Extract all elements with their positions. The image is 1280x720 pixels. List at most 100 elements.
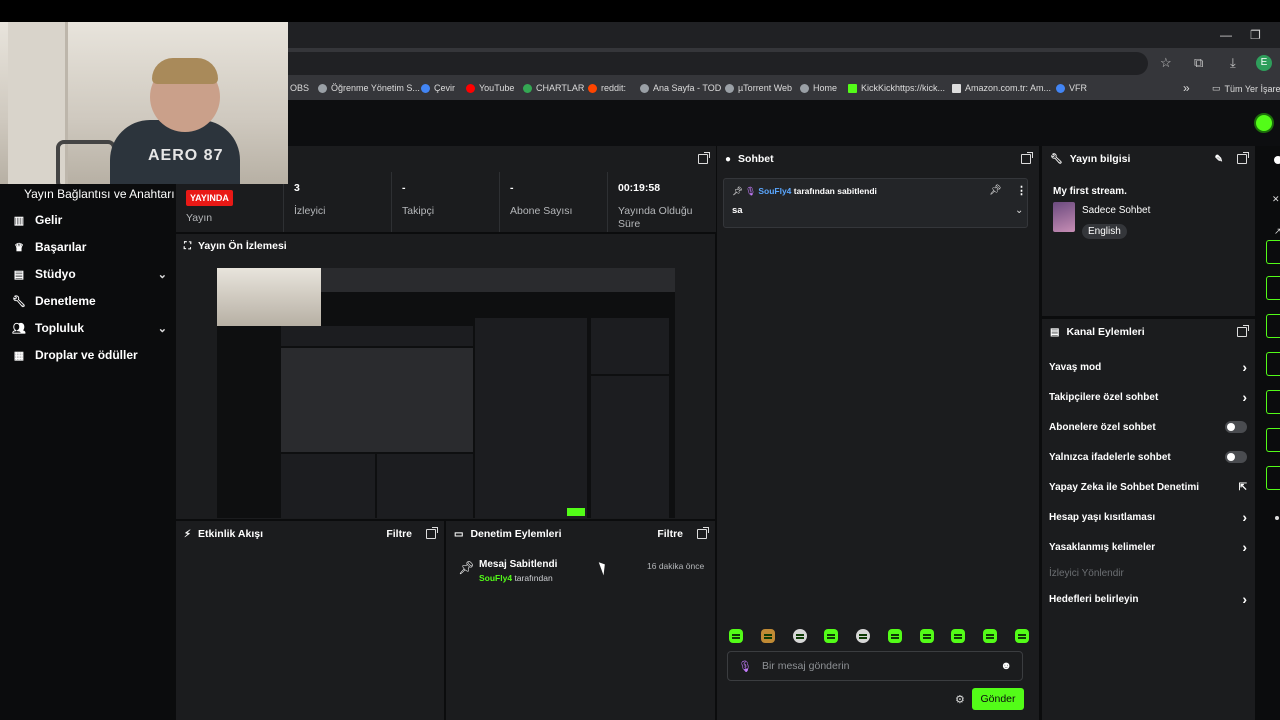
bookmark-item[interactable]: Ana Sayfa - TOD <box>640 83 721 93</box>
chevron-down-icon[interactable]: ⌄ <box>158 322 167 335</box>
maximize-icon[interactable]: ❐ <box>1250 28 1261 42</box>
rail-button[interactable] <box>1266 314 1280 338</box>
kick-logo[interactable] <box>1254 113 1274 133</box>
popout-icon[interactable] <box>698 152 710 164</box>
bookmark-item[interactable]: YouTube <box>466 83 514 93</box>
settings-gear-icon[interactable]: ⚙︎ <box>955 693 965 706</box>
sidebar-item-basarilar[interactable]: ♛ Başarılar <box>12 236 167 258</box>
rail-more-icon[interactable] <box>1275 516 1279 520</box>
rail-dot-icon[interactable] <box>1274 156 1280 164</box>
chevron-right-icon[interactable]: › <box>1242 359 1247 375</box>
bookmark-item[interactable]: CHARTLAR <box>523 83 584 93</box>
rail-button[interactable] <box>1266 390 1280 414</box>
extensions-icon[interactable]: ⧉ <box>1194 55 1203 71</box>
action-emotes-only[interactable]: Yalnızca ifadelerle sohbet <box>1049 447 1247 467</box>
emote-icon[interactable] <box>1014 629 1029 643</box>
emote-icon[interactable] <box>792 629 807 643</box>
pinned-message[interactable]: 📌︎ 🎙︎ SouFly4 tarafından sabitlendi 📌︎ ⋮… <box>723 178 1028 228</box>
address-bar[interactable] <box>288 52 1148 75</box>
popout-icon[interactable] <box>1237 325 1249 337</box>
sidebar-item-gelir[interactable]: ▥ Gelir <box>12 209 167 231</box>
popout-icon[interactable] <box>1021 152 1033 164</box>
bookmark-item[interactable]: µTorrent Web <box>725 83 792 93</box>
category-thumbnail[interactable] <box>1053 202 1075 232</box>
sidebar-item-droplar[interactable]: ▦ Droplar ve ödüller <box>12 344 167 366</box>
rail-button[interactable] <box>1266 352 1280 376</box>
bookmark-item[interactable]: Öğrenme Yönetim S... <box>318 83 420 93</box>
star-icon[interactable]: ☆ <box>1160 55 1172 71</box>
bookmark-item[interactable]: reddit: <box>588 83 626 93</box>
sidebar-item-studyo[interactable]: ▤ Stüdyo ⌄ <box>12 263 167 285</box>
all-bookmarks-button[interactable]: ▭ Tüm Yer İşaret <box>1212 83 1280 94</box>
action-subscribers-only[interactable]: Abonelere özel sohbet <box>1049 417 1247 437</box>
rail-button[interactable] <box>1266 428 1280 452</box>
chevron-right-icon[interactable]: › <box>1242 389 1247 405</box>
action-set-goals[interactable]: Hedefleri belirleyin › <box>1049 589 1247 609</box>
mic-icon: 🎙︎ <box>745 186 756 196</box>
bookmark-item[interactable]: OBS <box>290 83 309 93</box>
chevron-down-icon[interactable]: ⌄ <box>158 268 167 281</box>
minimize-icon[interactable]: — <box>1220 28 1232 42</box>
sidebar-item-topluluk[interactable]: 👥︎ Topluluk ⌄ <box>12 317 167 339</box>
rail-close-icon[interactable]: ✕ <box>1272 194 1280 205</box>
action-banned-words[interactable]: Yasaklanmış kelimeler › <box>1049 537 1247 557</box>
chevron-down-icon[interactable]: ⌄ <box>1015 205 1023 216</box>
language-tag[interactable]: English <box>1082 224 1127 239</box>
profile-avatar[interactable]: E <box>1256 55 1272 71</box>
category-name[interactable]: Sadece Sohbet <box>1082 205 1150 216</box>
emote-icon[interactable] <box>887 629 902 643</box>
bookmark-item[interactable]: Home <box>800 83 837 93</box>
entry-user[interactable]: SouFly4 <box>479 573 512 583</box>
emote-icon[interactable] <box>760 629 775 643</box>
pin-icon: 📌︎ <box>458 560 475 575</box>
action-account-age[interactable]: Hesap yaşı kısıtlaması › <box>1049 507 1247 527</box>
edit-pencil-icon[interactable]: ✎ <box>1215 154 1223 165</box>
send-button[interactable]: Gönder <box>972 688 1024 710</box>
external-link-icon[interactable]: ⇱ <box>1239 482 1247 493</box>
stat-subscribers: - Abone Sayısı <box>499 172 607 232</box>
emote-icon[interactable] <box>983 629 998 643</box>
filter-button[interactable]: Filtre <box>657 528 683 540</box>
panel-title: Kanal Eylemleri <box>1066 326 1145 338</box>
rail-button[interactable] <box>1266 276 1280 300</box>
action-slow-mode[interactable]: Yavaş mod › <box>1049 357 1247 377</box>
bookmarks-overflow-button[interactable]: » <box>1183 81 1190 95</box>
rail-button[interactable] <box>1266 466 1280 490</box>
chevron-right-icon[interactable]: › <box>1242 509 1247 525</box>
action-followers-only[interactable]: Takipçilere özel sohbet › <box>1049 387 1247 407</box>
unpin-icon[interactable]: 📌︎ <box>989 185 1002 196</box>
popout-icon[interactable] <box>426 527 438 539</box>
more-options-icon[interactable]: ⋮ <box>1016 184 1027 197</box>
rail-arrow-icon[interactable]: ↗ <box>1274 226 1280 237</box>
emote-icon[interactable] <box>824 629 839 643</box>
bookmark-item[interactable]: VFR <box>1056 83 1087 93</box>
filter-button[interactable]: Filtre <box>386 528 412 540</box>
pinned-user[interactable]: SouFly4 <box>758 186 791 196</box>
rail-button[interactable] <box>1266 240 1280 264</box>
sidebar-item-denetleme[interactable]: 🔧︎ Denetleme <box>12 290 167 312</box>
preview-chat <box>475 318 587 518</box>
stream-preview-video[interactable] <box>217 268 675 518</box>
section-label: İzleyici Yönlendir <box>1049 567 1124 579</box>
mic-icon[interactable]: 🎙︎ <box>738 660 752 673</box>
emoji-icon[interactable]: ☻ <box>1000 660 1012 672</box>
chevron-right-icon[interactable]: › <box>1242 591 1247 607</box>
subscribers-only-toggle[interactable] <box>1225 421 1247 433</box>
globe-icon <box>640 83 649 93</box>
bookmark-item[interactable]: Amazon.com.tr: Am... <box>952 83 1051 93</box>
chevron-right-icon[interactable]: › <box>1242 539 1247 555</box>
download-icon[interactable]: ⤓ <box>1230 55 1236 71</box>
emote-icon[interactable] <box>856 629 871 643</box>
emotes-only-toggle[interactable] <box>1225 451 1247 463</box>
emote-icon[interactable] <box>919 629 934 643</box>
popout-icon[interactable] <box>697 527 709 539</box>
emote-icon[interactable] <box>951 629 966 643</box>
bookmark-item[interactable]: KickKickhttps://kick... <box>848 83 945 93</box>
emote-icon[interactable] <box>729 629 743 643</box>
bookmark-item[interactable]: Çevir <box>421 83 455 93</box>
sidebar-title[interactable]: Yayın Bağlantısı ve Anahtarı <box>24 187 175 201</box>
action-ai-moderation[interactable]: Yapay Zeka ile Sohbet Denetimi ⇱ <box>1049 477 1247 497</box>
pinned-suffix: tarafından sabitlendi <box>793 186 877 196</box>
chat-input[interactable]: 🎙︎ Bir mesaj gönderin ☻ <box>727 651 1023 681</box>
popout-icon[interactable] <box>1237 152 1249 164</box>
